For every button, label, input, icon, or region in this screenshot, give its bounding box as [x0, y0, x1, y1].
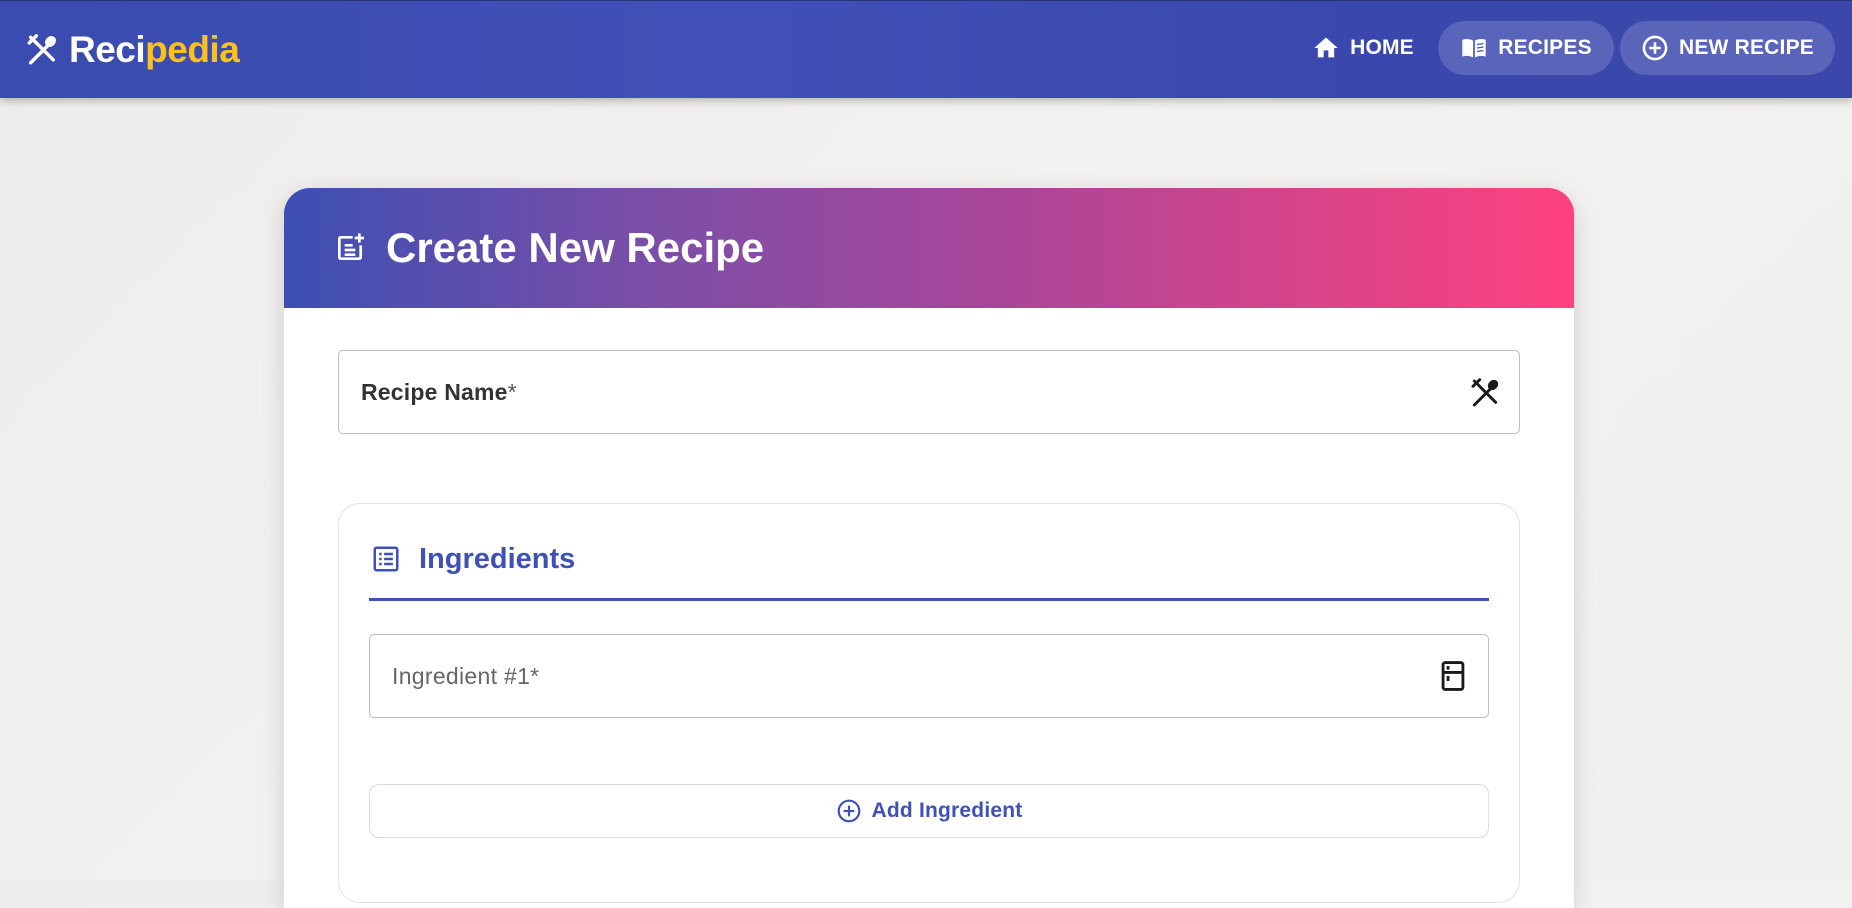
nav-new-recipe-label: NEW RECIPE	[1678, 36, 1814, 59]
page-title: Create New Recipe	[386, 224, 765, 271]
add-ingredient-label: Add Ingredient	[871, 799, 1023, 822]
section-divider	[369, 598, 1489, 601]
plus-circle-icon	[1642, 35, 1668, 61]
plus-circle-icon	[837, 799, 860, 823]
create-recipe-card: Create New Recipe Recipe Name* Ingredien…	[284, 188, 1574, 908]
nav-home-button[interactable]: HOME	[1303, 21, 1423, 75]
list-icon	[373, 546, 399, 572]
brand-name-part2: pedia	[145, 29, 240, 70]
brand-name: Recipedia	[69, 29, 240, 71]
recipe-name-label-text: Recipe Name	[361, 379, 508, 405]
fork-spoon-icon	[1471, 378, 1499, 407]
fork-spoon-icon	[27, 34, 56, 65]
kitchen-icon	[1441, 661, 1465, 691]
nav-new-recipe-button[interactable]: NEW RECIPE	[1620, 21, 1835, 75]
home-icon	[1314, 37, 1338, 58]
post-add-icon	[338, 233, 364, 260]
ingredients-title: Ingredients	[419, 543, 576, 575]
recipe-name-field[interactable]: Recipe Name*	[338, 350, 1520, 434]
book-icon	[1462, 39, 1486, 58]
nav-recipes-button[interactable]: RECIPES	[1438, 21, 1614, 75]
nav-home-label: HOME	[1350, 36, 1414, 59]
card-header: Create New Recipe	[284, 188, 1574, 308]
ingredient-label-1: Ingredient #1*	[392, 663, 540, 689]
add-ingredient-button[interactable]: Add Ingredient	[369, 784, 1489, 838]
ingredients-section: Ingredients Ingredient #1* Add Ingredien…	[338, 503, 1520, 903]
brand-name-part1: Reci	[69, 29, 146, 70]
top-app-bar: Recipedia HOME RECIPES NEW RECIPE	[0, 0, 1852, 98]
brand-logo[interactable]: Recipedia	[25, 25, 240, 75]
recipe-name-label: Recipe Name*	[361, 379, 517, 406]
nav-recipes-label: RECIPES	[1498, 36, 1592, 59]
required-mark: *	[507, 379, 517, 405]
ingredient-input-1[interactable]: Ingredient #1*	[369, 634, 1489, 718]
